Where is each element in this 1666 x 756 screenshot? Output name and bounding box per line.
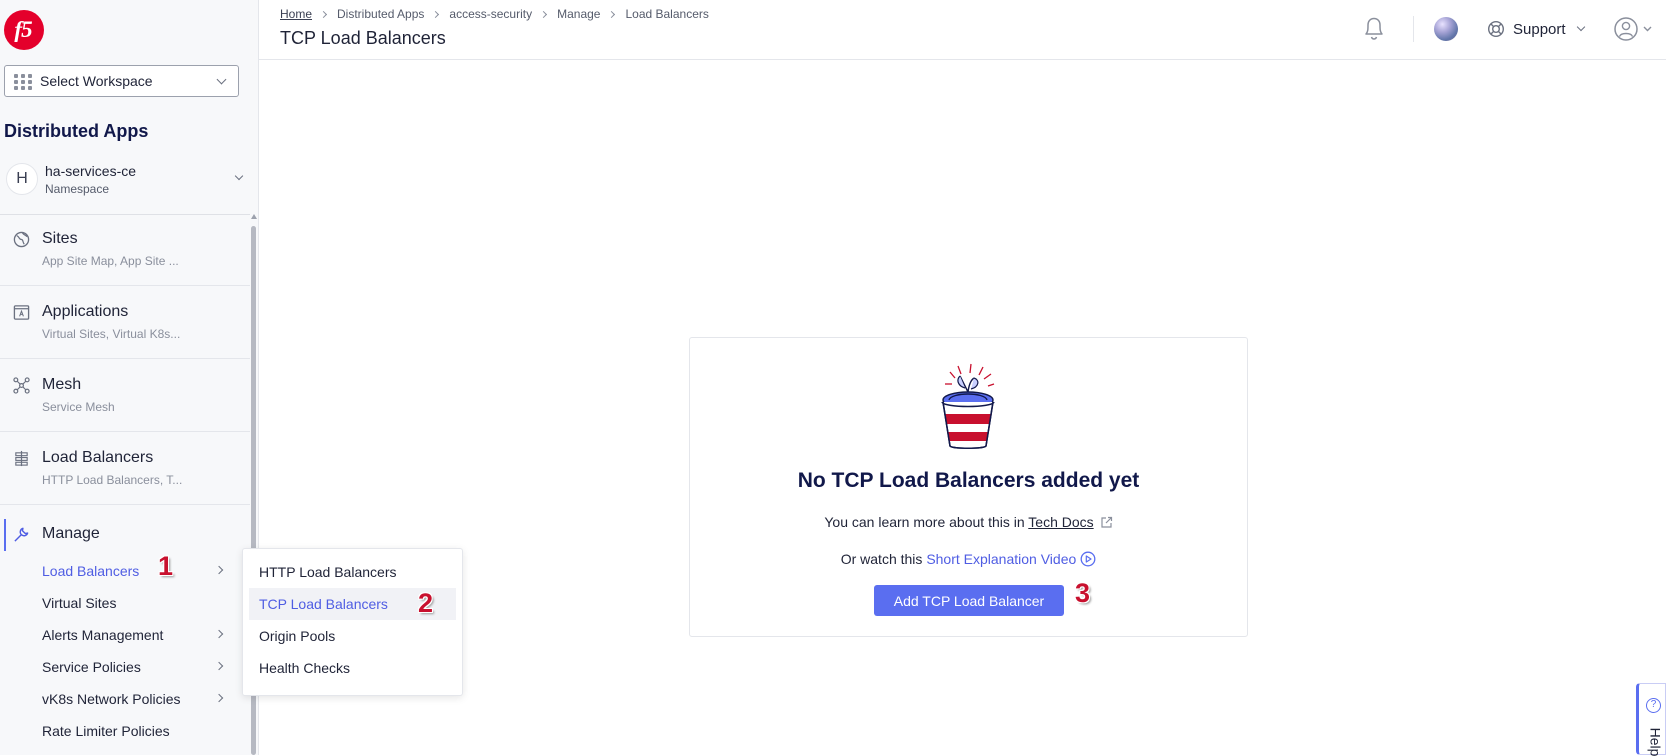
chevron-right-icon xyxy=(432,10,440,18)
chevron-right-icon xyxy=(214,661,224,671)
sidebar-item-rate-limiter-policies[interactable]: Rate Limiter Policies xyxy=(42,723,232,739)
learn-more-text: You can learn more about this in Tech Do… xyxy=(690,514,1247,530)
sidebar-item-title: Applications xyxy=(42,303,129,320)
load-balancers-flyout-menu: HTTP Load Balancers TCP Load Balancers O… xyxy=(242,548,463,696)
support-label: Support xyxy=(1513,20,1566,38)
sidebar-item-applications[interactable]: Applications Virtual Sites, Virtual K8s.… xyxy=(0,287,250,359)
sidebar-item-subtitle: Virtual Sites, Virtual K8s... xyxy=(42,327,181,341)
chevron-right-icon xyxy=(319,10,328,18)
grid-icon xyxy=(14,74,32,90)
sidebar-item-virtual-sites[interactable]: Virtual Sites xyxy=(42,595,232,611)
namespace-avatar: H xyxy=(6,163,38,195)
watch-video-text: Or watch this Short Explanation Video xyxy=(690,551,1247,567)
help-tab[interactable]: ? Help xyxy=(1636,683,1666,756)
play-circle-icon[interactable] xyxy=(1080,551,1096,567)
namespace-selector[interactable]: H ha-services-ce Namespace xyxy=(4,160,244,210)
question-icon: ? xyxy=(1646,698,1661,713)
chevron-down-icon xyxy=(1576,22,1585,32)
sidebar-item-sites[interactable]: Sites App Site Map, App Site ... xyxy=(0,214,250,286)
chevron-down-icon xyxy=(234,171,244,181)
workspace-select[interactable]: Select Workspace xyxy=(4,65,239,97)
external-link-icon[interactable] xyxy=(1100,516,1113,529)
breadcrumb-item[interactable]: access-security xyxy=(449,7,532,21)
namespace-label: Namespace xyxy=(45,182,110,196)
step-marker-1: 1 xyxy=(158,551,174,581)
chevron-down-icon xyxy=(216,74,227,85)
chevron-right-icon xyxy=(214,693,224,703)
bell-icon[interactable] xyxy=(1361,14,1387,42)
help-tab-label: Help xyxy=(1647,727,1664,756)
sidebar-item-title: Sites xyxy=(42,230,78,247)
watch-prefix: Or watch this xyxy=(840,551,923,567)
globe-icon xyxy=(13,231,30,248)
empty-state-card: No TCP Load Balancers added yet You can … xyxy=(689,337,1248,637)
top-header: Home Distributed Apps access-security Ma… xyxy=(259,0,1666,60)
sidebar-section-title: Manage xyxy=(42,525,100,542)
user-avatar-icon[interactable] xyxy=(1613,16,1655,42)
plant-pot-illustration xyxy=(941,363,995,449)
wrench-icon xyxy=(14,527,29,542)
breadcrumb-item: Load Balancers xyxy=(625,7,709,21)
divider xyxy=(1413,16,1414,42)
sidebar: f5 Select Workspace Distributed Apps H h… xyxy=(0,0,259,755)
active-indicator xyxy=(4,519,6,551)
app-title: Distributed Apps xyxy=(4,121,149,141)
sidebar-item-vk8s-network-policies[interactable]: vK8s Network Policies xyxy=(42,691,232,707)
add-tcp-load-balancer-button[interactable]: Add TCP Load Balancer xyxy=(874,585,1064,616)
breadcrumb-item[interactable]: Distributed Apps xyxy=(337,7,424,21)
flyout-item-health-checks[interactable]: Health Checks xyxy=(249,652,456,684)
breadcrumb: Home Distributed Apps access-security Ma… xyxy=(280,7,709,21)
breadcrumb-home[interactable]: Home xyxy=(280,7,312,21)
sidebar-item-title: Mesh xyxy=(42,376,82,393)
app-window-icon xyxy=(13,305,30,320)
lifebuoy-icon xyxy=(1487,20,1505,38)
sidebar-item-label: Rate Limiter Policies xyxy=(42,723,170,739)
learn-prefix: You can learn more about this in xyxy=(824,514,1025,530)
mesh-icon xyxy=(13,377,30,394)
scroll-up-arrow-icon[interactable] xyxy=(251,214,257,219)
sidebar-item-service-policies[interactable]: Service Policies xyxy=(42,659,232,675)
sidebar-item-subtitle: Service Mesh xyxy=(42,400,115,414)
sidebar-item-label: Load Balancers xyxy=(42,563,140,579)
breadcrumb-item[interactable]: Manage xyxy=(557,7,600,21)
tenant-globe-icon[interactable] xyxy=(1434,17,1458,41)
explanation-video-link[interactable]: Short Explanation Video xyxy=(926,551,1076,567)
namespace-name: ha-services-ce xyxy=(45,163,137,179)
load-balancer-icon xyxy=(15,450,28,467)
sidebar-item-label: Virtual Sites xyxy=(42,595,117,611)
f5-logo[interactable]: f5 xyxy=(4,10,44,50)
sidebar-item-label: Alerts Management xyxy=(42,627,164,643)
flyout-item-http-load-balancers[interactable]: HTTP Load Balancers xyxy=(249,556,456,588)
sidebar-item-load-balancers[interactable]: Load Balancers HTTP Load Balancers, T... xyxy=(0,433,250,505)
sidebar-item-mesh[interactable]: Mesh Service Mesh xyxy=(0,360,250,432)
chevron-right-icon xyxy=(214,629,224,639)
page-title: TCP Load Balancers xyxy=(280,28,446,48)
sidebar-item-label: Service Policies xyxy=(42,659,141,675)
tech-docs-link[interactable]: Tech Docs xyxy=(1028,514,1093,530)
sidebar-item-label: vK8s Network Policies xyxy=(42,691,181,707)
chevron-right-icon xyxy=(540,10,548,18)
flyout-item-origin-pools[interactable]: Origin Pools xyxy=(249,620,456,652)
sidebar-item-subtitle: App Site Map, App Site ... xyxy=(42,254,179,268)
sidebar-item-title: Load Balancers xyxy=(42,449,154,466)
step-marker-2: 2 xyxy=(418,588,434,618)
support-menu[interactable]: Support xyxy=(1487,18,1585,40)
empty-state-title: No TCP Load Balancers added yet xyxy=(797,469,1140,492)
workspace-select-label: Select Workspace xyxy=(40,73,153,89)
chevron-right-icon xyxy=(608,10,616,18)
sidebar-item-alerts-management[interactable]: Alerts Management xyxy=(42,627,232,643)
step-marker-3: 3 xyxy=(1075,578,1091,608)
sidebar-item-subtitle: HTTP Load Balancers, T... xyxy=(42,473,183,487)
sidebar-item-manage-load-balancers[interactable]: Load Balancers xyxy=(42,563,232,579)
sidebar-section-manage[interactable]: Manage xyxy=(0,517,250,553)
chevron-right-icon xyxy=(214,565,224,575)
